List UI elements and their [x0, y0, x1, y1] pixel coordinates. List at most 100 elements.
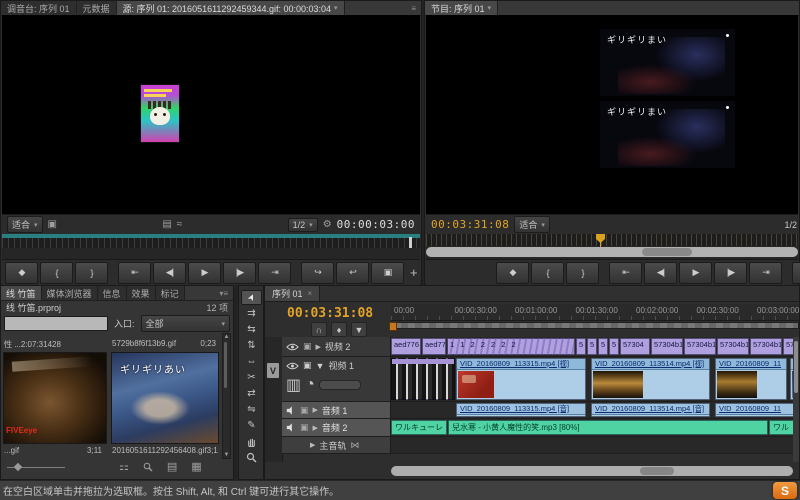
sync-lock-icon[interactable]: ▣	[303, 360, 312, 371]
set-encore-marker-icon[interactable]: ♦	[331, 322, 347, 337]
safe-margins-icon[interactable]: ▣	[48, 220, 57, 230]
collapse-triangle-icon[interactable]: ▼	[316, 361, 325, 371]
track-master-content[interactable]	[391, 437, 799, 453]
program-mini-timeline[interactable]	[426, 234, 798, 259]
set-marker-icon[interactable]: ▼	[351, 322, 367, 337]
source-mini-timeline[interactable]	[2, 234, 420, 259]
timeline-clip[interactable]: 57304	[620, 338, 650, 355]
patch-video-indicator[interactable]: V	[267, 363, 279, 378]
timeline-clip[interactable]: VID_20160809_113514.mp4 [音]	[591, 403, 710, 417]
project-item-label[interactable]: ...gif 3;11	[4, 446, 104, 457]
program-scrollbar[interactable]	[426, 247, 798, 257]
expand-triangle-icon[interactable]: ▶	[310, 441, 315, 449]
expand-triangle-icon[interactable]: ▶	[313, 406, 318, 414]
button-editor-plus[interactable]: +	[406, 265, 422, 280]
timeline-clip[interactable]	[391, 358, 455, 400]
timeline-clip[interactable]: VID_20160809_11	[715, 358, 787, 400]
overwrite-button[interactable]: ↩	[336, 262, 369, 284]
settings-wrench-icon[interactable]: ⚙	[323, 220, 332, 230]
source-fit-dropdown[interactable]: 适合 ▾	[7, 216, 43, 233]
program-scrollbar-handle[interactable]	[642, 248, 692, 256]
sync-lock-icon[interactable]: ▣	[303, 341, 312, 352]
set-display-style-icon[interactable]: ▥	[286, 375, 301, 395]
track-video1-content[interactable]: VID_20160809_113315.mp4 [视]VID_20160809_…	[391, 357, 799, 401]
project-item-thumbnail[interactable]: FIVEeye	[4, 353, 106, 443]
mark-out-button[interactable]: }	[566, 262, 599, 284]
sync-lock-icon[interactable]: ▣	[300, 405, 309, 416]
project-tab[interactable]: 效果	[127, 286, 156, 300]
timeline-vscrollbar-handle[interactable]	[794, 341, 798, 393]
go-to-in-button[interactable]: ⇤	[118, 262, 151, 284]
rolling-edit-tool[interactable]: ⇅	[241, 338, 262, 353]
play-button[interactable]: ▶	[679, 262, 712, 284]
project-tab[interactable]: 信息	[98, 286, 127, 300]
track-audio1-header[interactable]: ▣ ▶ 音频 1	[282, 402, 391, 418]
add-marker-button[interactable]: ◆	[5, 262, 38, 284]
timeline-clip[interactable]: 5	[609, 338, 619, 355]
source-playhead[interactable]	[409, 237, 412, 248]
close-icon[interactable]: ×	[308, 289, 313, 298]
timeline-clip[interactable]: aed776	[391, 338, 421, 355]
play-button[interactable]: ▶	[188, 262, 221, 284]
work-area-start-handle[interactable]	[389, 322, 397, 331]
insert-button[interactable]: ↪	[301, 262, 334, 284]
timeline-clip[interactable]: 57304b1	[651, 338, 683, 355]
panel-menu-icon[interactable]: ▾≡	[214, 286, 233, 300]
source-scrub-ruler[interactable]	[2, 238, 420, 248]
eye-icon[interactable]	[286, 343, 299, 351]
project-item-label[interactable]: 5729b8f6f13b9.gif 0;23	[112, 339, 218, 350]
razor-tool[interactable]: ✂	[241, 370, 262, 385]
step-forward-button[interactable]: |▶	[223, 262, 256, 284]
expand-triangle-icon[interactable]: ▶	[313, 424, 318, 432]
show-keyframes-icon[interactable]: ◔	[305, 376, 315, 394]
expand-triangle-icon[interactable]: ▶	[316, 343, 321, 351]
step-back-button[interactable]: ◀|	[153, 262, 186, 284]
mark-out-button[interactable]: }	[75, 262, 108, 284]
source-pane-tab[interactable]: 元数据	[77, 1, 117, 15]
add-marker-button[interactable]: ◆	[496, 262, 529, 284]
program-zoom-value[interactable]: 1/2	[784, 220, 797, 230]
source-zoom-dropdown[interactable]: 1/2 ▾	[288, 218, 318, 232]
timeline-clip[interactable]: VID_20160809_11	[715, 403, 796, 417]
slide-tool[interactable]: ⇋	[241, 402, 262, 417]
track-video2-content[interactable]: aed776aed7761 1 2 2 2 2 255555730457304b…	[391, 337, 799, 356]
timeline-clip[interactable]: 57304b1	[684, 338, 716, 355]
track-audio1-content[interactable]: VID_20160809_113315.mp4 [音]VID_20160809_…	[391, 402, 799, 418]
step-forward-button[interactable]: |▶	[714, 262, 747, 284]
track-audio2-content[interactable]: ワルキューレ兒水寒 - 小黄人魔性的笑.mp3 [80%]ワル	[391, 419, 799, 436]
ripple-edit-tool[interactable]: ⇆	[241, 322, 262, 337]
project-tab[interactable]: 标记	[156, 286, 185, 300]
timeline-clip[interactable]: VID_20160809_113514.mp4 [视]	[591, 358, 710, 400]
drag-audio-icon[interactable]: ≈	[177, 220, 183, 230]
project-item-label[interactable]: 性 ...2:07:31428	[4, 339, 104, 350]
timeline-tab[interactable]: 序列 01 ×	[265, 286, 320, 301]
step-back-button[interactable]: ◀|	[644, 262, 677, 284]
timeline-clip[interactable]: 5	[576, 338, 586, 355]
sync-lock-icon[interactable]: ▣	[300, 422, 309, 433]
master-meters-icon[interactable]: ⋈	[350, 440, 359, 451]
timeline-clip[interactable]: 兒水寒 - 小黄人魔性的笑.mp3 [80%]	[448, 420, 768, 435]
hand-tool[interactable]	[241, 434, 262, 449]
entry-filter-dropdown[interactable]: 全部 ▾	[141, 315, 230, 332]
find-icon[interactable]	[143, 462, 153, 472]
speaker-icon[interactable]	[286, 406, 296, 415]
timeline-timecode[interactable]: 00:03:31:08	[287, 306, 373, 321]
zoom-tool[interactable]	[241, 450, 262, 465]
project-scrollbar[interactable]: ▲ ▼	[222, 333, 231, 459]
timeline-clip[interactable]: 57304b1	[717, 338, 749, 355]
selection-tool[interactable]: ➤	[241, 290, 262, 305]
go-to-out-button[interactable]: ⇥	[258, 262, 291, 284]
track-video1-header[interactable]: ▣ ▼ 视频 1 ▥ ◔	[282, 357, 391, 401]
project-tab[interactable]: 媒体浏览器	[42, 286, 98, 300]
timeline-scrollbar-handle[interactable]	[640, 467, 674, 475]
automate-to-sequence-icon[interactable]: ⚏	[119, 462, 129, 473]
timeline-clip[interactable]: 1 1 2 2 2 2 2	[447, 338, 575, 355]
timeline-clip[interactable]: aed776	[422, 338, 446, 355]
work-area-bar[interactable]	[391, 322, 799, 329]
speaker-icon[interactable]	[286, 423, 296, 432]
insert-button[interactable]: ↪	[792, 262, 800, 284]
scroll-up-icon[interactable]: ▲	[223, 334, 230, 340]
drag-video-icon[interactable]: ▤	[162, 220, 171, 230]
thumbnail-zoom-slider[interactable]	[7, 463, 65, 471]
pen-tool[interactable]: ✎	[241, 418, 262, 433]
